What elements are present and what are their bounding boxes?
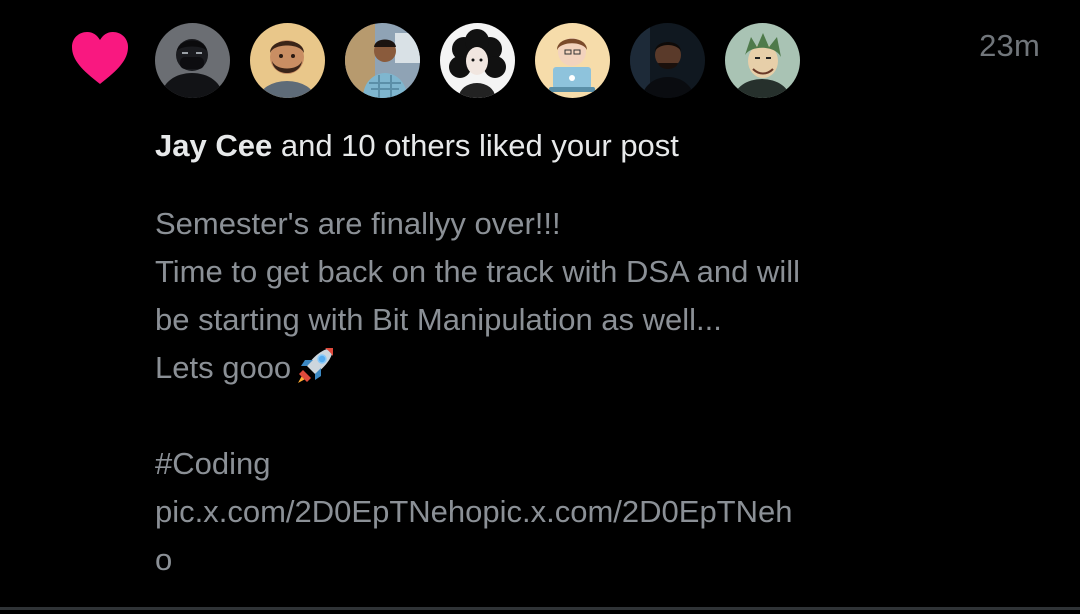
post-text-line-4-text: Lets gooo <box>155 350 292 385</box>
liked-post-preview[interactable]: Semester's are finallyy over!!! Time to … <box>155 200 915 584</box>
notification-summary[interactable]: Jay Cee and 10 others liked your post <box>155 128 679 164</box>
like-notification[interactable]: 23m Jay Cee and 10 others liked your pos… <box>0 0 1080 610</box>
actor-name-link[interactable]: Jay Cee <box>155 128 272 163</box>
post-media-link-continued[interactable]: o <box>155 536 915 584</box>
post-text-line-3: be starting with Bit Manipulation as wel… <box>155 302 722 337</box>
post-text-blank-line <box>155 392 915 440</box>
avatar-laptop-cartoon[interactable] <box>535 23 610 98</box>
avatar-bearded-cartoon[interactable] <box>250 23 325 98</box>
post-media-link[interactable]: pic.x.com/2D0EpTNehopic.x.com/2D0EpTNeh <box>155 488 915 536</box>
avatar-anime-green-hair[interactable] <box>725 23 800 98</box>
summary-text: and 10 others liked your post <box>272 128 679 163</box>
heart-icon <box>72 32 128 84</box>
post-hashtag-link[interactable]: #Coding <box>155 440 915 488</box>
post-text-line-4: Lets gooo <box>155 344 915 392</box>
post-text-line-2: Time to get back on the track with DSA a… <box>155 254 800 289</box>
rocket-icon <box>298 348 334 383</box>
post-text-line-1: Semester's are finallyy over!!! <box>155 206 561 241</box>
notification-timestamp: 23m <box>979 28 1040 63</box>
avatar-curly-hair-girl[interactable] <box>440 23 515 98</box>
notification-divider <box>0 607 1080 610</box>
avatar-masked-person[interactable] <box>155 23 230 98</box>
avatar-man-outdoors[interactable] <box>345 23 420 98</box>
avatar-man-dark[interactable] <box>630 23 705 98</box>
